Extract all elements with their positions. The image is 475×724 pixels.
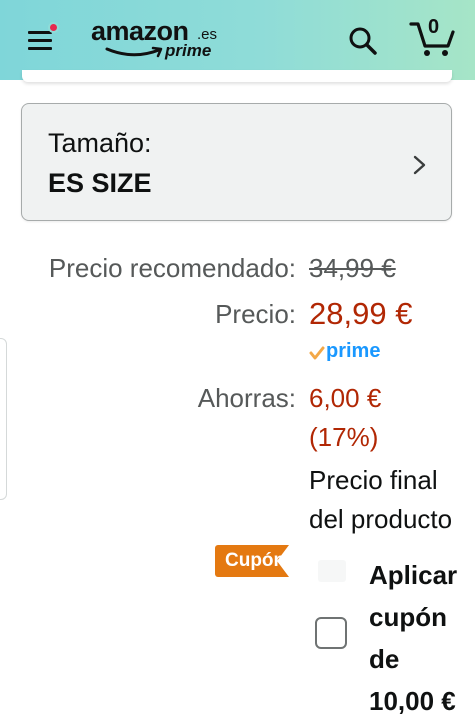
logo-prime-text: prime	[165, 41, 212, 60]
search-button[interactable]	[346, 24, 380, 58]
header-card-edge	[22, 70, 452, 82]
price-label: Precio:	[215, 299, 296, 329]
apply-coupon-label[interactable]: de	[369, 644, 399, 675]
apply-coupon-label[interactable]: Aplicar	[369, 560, 457, 591]
final-price-note: Precio final	[309, 465, 438, 495]
savings-label: Ahorras:	[197, 383, 296, 413]
cart-button[interactable]: 0	[408, 16, 456, 58]
cart-count: 0	[428, 16, 440, 38]
coupon-badge: Cupón	[215, 545, 295, 577]
savings-percent: (17%)	[309, 422, 379, 452]
chevron-right-icon	[413, 155, 426, 175]
apply-coupon-amount[interactable]: 10,00 €	[369, 686, 456, 717]
coupon-badge-text: Cupón	[225, 550, 286, 571]
amazon-prime-logo[interactable]: amazon .es prime	[91, 16, 231, 62]
search-icon	[349, 27, 377, 55]
prime-check-icon	[309, 346, 325, 360]
final-price-note-cont: del producto	[309, 504, 453, 534]
price: 28,99 €	[309, 296, 413, 331]
apply-coupon-checkbox[interactable]	[315, 617, 347, 649]
list-price: 34,99 €	[309, 253, 396, 283]
size-label: Tamaño:	[48, 128, 152, 158]
coupon-ghost-placeholder	[318, 560, 346, 582]
size-selector[interactable]: Tamaño: ES SIZE	[21, 103, 452, 221]
size-value: ES SIZE	[48, 168, 152, 198]
top-navigation-bar: amazon .es prime 0	[0, 0, 475, 80]
smile-arrow-icon	[105, 46, 163, 58]
savings-amount: 6,00 €	[309, 383, 382, 413]
prime-badge-text: prime	[326, 340, 381, 362]
menu-button[interactable]	[24, 22, 60, 56]
notification-dot	[48, 22, 59, 33]
list-price-label: Precio recomendado:	[48, 253, 296, 283]
apply-coupon-label[interactable]: cupón	[369, 602, 447, 633]
side-panel-edge	[0, 338, 7, 500]
